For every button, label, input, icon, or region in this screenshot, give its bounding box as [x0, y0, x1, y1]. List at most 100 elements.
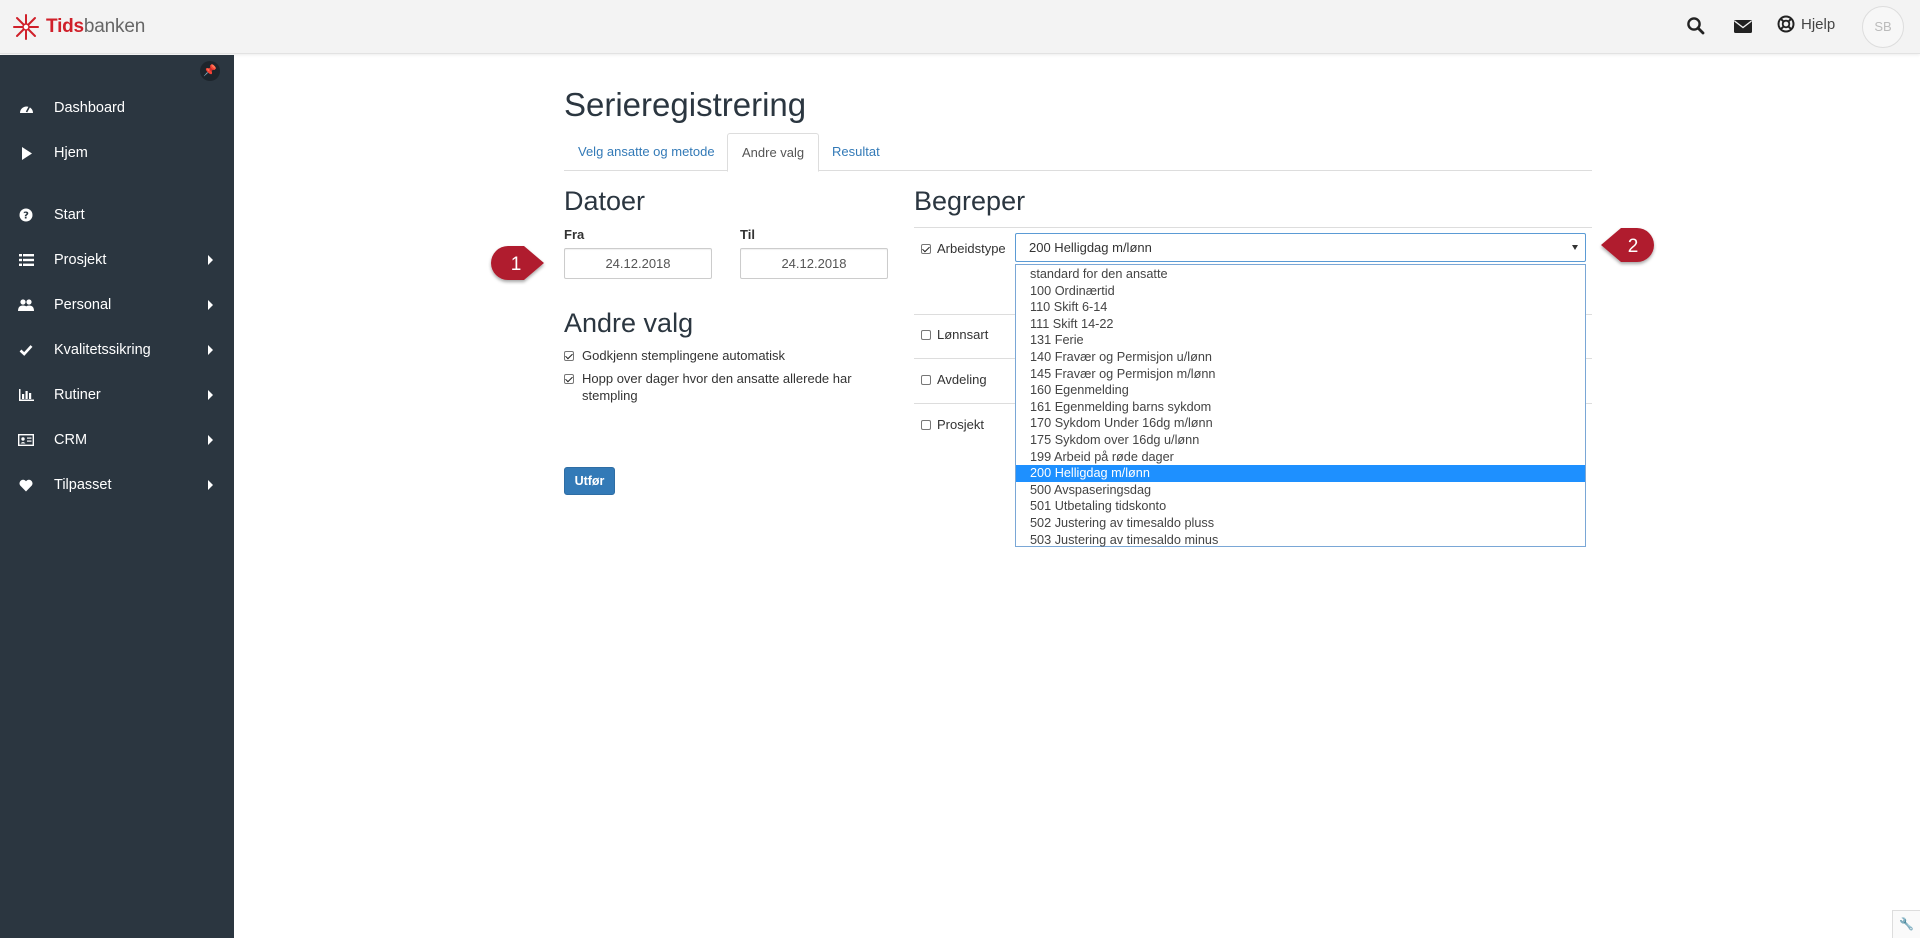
dropdown-option[interactable]: 160 Egenmelding [1016, 382, 1585, 399]
select-value: 200 Helligdag m/lønn [1029, 240, 1152, 255]
divider [914, 227, 1592, 228]
auto-approve-label: Godkjenn stemplingene automatisk [582, 348, 786, 363]
sidebar-item-label: Tilpasset [54, 477, 112, 493]
from-label: Fra [564, 227, 585, 242]
logo-text-tids: Tids [46, 16, 84, 37]
step-marker-1-label: 1 [511, 254, 522, 275]
avatar[interactable]: SB [1862, 6, 1904, 48]
search-icon[interactable] [1686, 16, 1708, 38]
play-icon [18, 145, 34, 161]
caret-down-icon [1572, 245, 1578, 250]
sidebar-item-label: Hjem [54, 145, 88, 161]
help-label: Hjelp [1801, 15, 1836, 33]
dates-heading: Datoer [564, 186, 646, 216]
lonnsart-label: Lønnsart [937, 327, 989, 342]
help-link[interactable]: Hjelp [1777, 15, 1835, 33]
sidebar: 📌 Dashboard Hjem ? Start Prosjekt Person… [0, 55, 234, 938]
dropdown-option[interactable]: standard for den ansatte [1016, 266, 1585, 283]
chevron-right-icon [208, 255, 213, 265]
dropdown-option[interactable]: 131 Ferie [1016, 332, 1585, 349]
chevron-right-icon [208, 390, 213, 400]
to-label: Til [740, 227, 755, 242]
check-icon [18, 342, 34, 358]
tab-velg-ansatte[interactable]: Velg ansatte og metode [564, 133, 729, 171]
from-date-input[interactable]: 24.12.2018 [564, 248, 712, 279]
prosjekt-label: Prosjekt [937, 417, 984, 432]
heart-icon [18, 477, 34, 493]
dropdown-option[interactable]: 140 Fravær og Permisjon u/lønn [1016, 349, 1585, 366]
dropdown-option[interactable]: 502 Justering av timesaldo pluss [1016, 515, 1585, 532]
dropdown-option[interactable]: 200 Helligdag m/lønn [1016, 465, 1585, 482]
sidebar-item-crm[interactable]: CRM [0, 420, 234, 460]
bar-chart-icon [18, 387, 34, 403]
dropdown-option[interactable]: 110 Skift 6-14 [1016, 299, 1585, 316]
chevron-right-icon [208, 300, 213, 310]
svg-text:?: ? [23, 211, 29, 222]
chevron-right-icon [208, 435, 213, 445]
prosjekt-checkbox[interactable] [921, 420, 931, 430]
pin-icon[interactable]: 📌 [200, 61, 220, 81]
dropdown-option[interactable]: 199 Arbeid på røde dager [1016, 449, 1585, 466]
dropdown-option[interactable]: 501 Utbetaling tidskonto [1016, 498, 1585, 515]
skip-days-label-line1: Hopp over dager hvor den ansatte allered… [582, 371, 852, 386]
arbeidstype-checkbox[interactable] [921, 244, 931, 254]
sidebar-item-label: CRM [54, 432, 88, 448]
sidebar-item-personal[interactable]: Personal [0, 285, 234, 325]
sidebar-item-label: Rutiner [54, 387, 101, 403]
sidebar-item-hjem[interactable]: Hjem [0, 133, 234, 173]
step-marker-2-label: 2 [1628, 236, 1639, 257]
avdeling-checkbox[interactable] [921, 375, 931, 385]
sidebar-item-label: Prosjekt [54, 252, 107, 268]
page-title: Serieregistrering [564, 86, 807, 123]
wrench-icon[interactable]: 🔧 [1892, 910, 1920, 938]
sidebar-item-label: Personal [54, 297, 112, 313]
skip-days-checkbox[interactable] [564, 374, 574, 384]
chevron-right-icon [208, 480, 213, 490]
dropdown-option[interactable]: 100 Ordinærtid [1016, 283, 1585, 300]
dropdown-option[interactable]: 170 Sykdom Under 16dg m/lønn [1016, 415, 1585, 432]
dropdown-option[interactable]: 111 Skift 14-22 [1016, 316, 1585, 333]
tidsbanken-logo[interactable]: Tidsbanken [12, 12, 145, 42]
arbeidstype-select[interactable]: 200 Helligdag m/lønn [1015, 233, 1586, 262]
tab-bar: Velg ansatte og metode Andre valg Result… [564, 133, 1592, 172]
dashboard-icon [18, 100, 34, 116]
sidebar-item-kvalitetssikring[interactable]: Kvalitetssikring [0, 330, 234, 370]
sidebar-item-label: Start [54, 207, 85, 223]
dropdown-option[interactable]: 145 Fravær og Permisjon m/lønn [1016, 366, 1585, 383]
dropdown-option[interactable]: 503 Justering av timesaldo minus [1016, 532, 1585, 549]
lifebuoy-icon [1777, 15, 1795, 33]
chevron-right-icon [208, 345, 213, 355]
run-button[interactable]: Utfør [564, 467, 615, 495]
to-date-input[interactable]: 24.12.2018 [740, 248, 888, 279]
arbeidstype-dropdown-list: standard for den ansatte 100 Ordinærtid 11… [1015, 264, 1586, 547]
question-circle-icon: ? [18, 207, 34, 223]
arbeidstype-label: Arbeidstype [937, 241, 1006, 256]
step-marker-1: 1 [488, 243, 548, 285]
dropdown-option[interactable]: 500 Avspaseringsdag [1016, 482, 1585, 499]
sidebar-item-prosjekt[interactable]: Prosjekt [0, 240, 234, 280]
lonnsart-checkbox[interactable] [921, 330, 931, 340]
skip-days-label-line2: stempling [582, 388, 638, 403]
logo-text-banken: banken [83, 16, 146, 37]
list-icon [18, 252, 34, 268]
id-card-icon [18, 432, 34, 448]
auto-approve-checkbox[interactable] [564, 351, 574, 361]
sidebar-item-dashboard[interactable]: Dashboard [0, 88, 234, 128]
avdeling-label: Avdeling [937, 372, 987, 387]
sidebar-item-tilpasset[interactable]: Tilpasset [0, 465, 234, 505]
step-marker-2: 2 [1597, 225, 1657, 267]
top-bar: Tidsbanken Hjelp SB [0, 0, 1920, 54]
users-icon [18, 297, 34, 313]
sidebar-item-rutiner[interactable]: Rutiner [0, 375, 234, 415]
sidebar-item-start[interactable]: ? Start [0, 195, 234, 235]
other-options-heading: Andre valg [564, 308, 694, 338]
sidebar-item-label: Dashboard [54, 100, 125, 116]
logo-burst-icon [13, 14, 39, 40]
concepts-heading: Begreper [914, 186, 1026, 216]
sidebar-item-label: Kvalitetssikring [54, 342, 151, 358]
dropdown-option[interactable]: 175 Sykdom over 16dg u/lønn [1016, 432, 1585, 449]
tab-resultat[interactable]: Resultat [818, 133, 894, 171]
tab-andre-valg[interactable]: Andre valg [727, 133, 820, 172]
dropdown-option[interactable]: 161 Egenmelding barns sykdom [1016, 399, 1585, 416]
envelope-icon[interactable] [1733, 16, 1755, 38]
